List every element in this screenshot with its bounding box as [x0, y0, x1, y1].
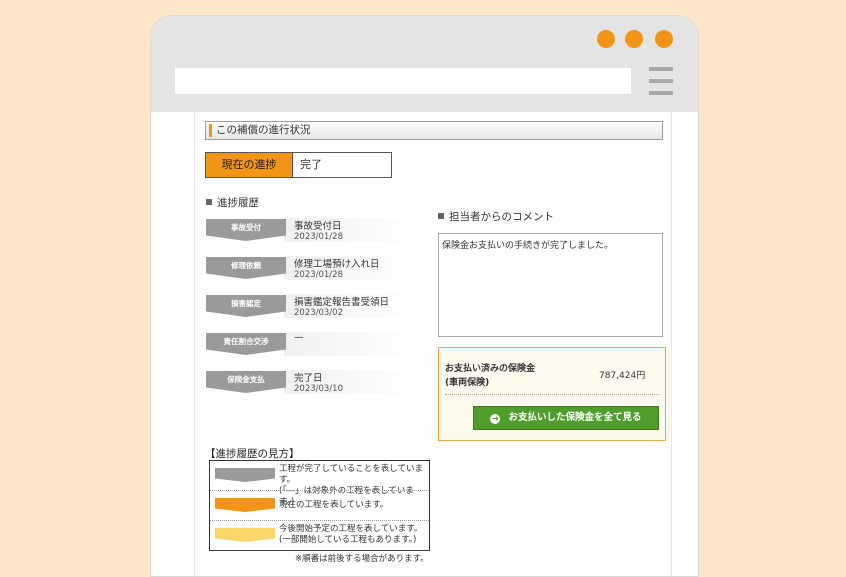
legend-desc: 今後開始予定の工程を表しています。 (一部開始している工程もあります。)	[279, 524, 423, 545]
divider	[445, 394, 659, 395]
comment-box: 保険金お支払いの手続きが完了しました。	[438, 233, 663, 337]
view-all-payments-button[interactable]: ➜ お支払いした保険金を全て見る	[473, 406, 659, 430]
legend-title: 【進捗履歴の見方】	[205, 448, 300, 460]
progress-section-header: この補償の進行状況	[205, 121, 663, 140]
step-date: 2023/03/02	[294, 308, 343, 318]
paid-insurance-box: お支払い済みの保険金 (車両保険) 787,424円 ➜ お支払いした保険金を全て…	[438, 347, 666, 441]
step-date: 2023/01/28	[294, 232, 343, 242]
history-step: 損害認定 損害鑑定報告書受領日 2023/03/02	[206, 292, 418, 324]
browser-titlebar	[151, 16, 698, 112]
hamburger-menu-icon[interactable]	[649, 67, 673, 95]
step-title: —	[294, 332, 304, 343]
history-step: 保険金支払 完了日 2023/03/10	[206, 368, 418, 400]
button-label: お支払いした保険金を全て見る	[508, 412, 642, 423]
orange-arrow-swatch	[215, 498, 275, 512]
legend-box: 工程が完了していることを表しています。 (「—」は対象外の工程を表しています。)…	[209, 460, 430, 551]
status-label: 現在の進捗	[206, 153, 293, 177]
legend-row: 工程が完了していることを表しています。 (「—」は対象外の工程を表しています。)	[210, 461, 429, 507]
history-step: 事故受付 事故受付日 2023/01/28	[206, 216, 418, 248]
browser-window: この補償の進行状況 現在の進捗 完了 進捗履歴 事故受付 事故受付日 2023/…	[150, 15, 699, 577]
square-bullet-icon	[438, 213, 444, 219]
paid-amount: 787,424円	[599, 371, 646, 381]
window-dot-icon[interactable]	[597, 30, 615, 48]
legend-note: ※順番は前後する場合があります。	[295, 554, 429, 564]
square-bullet-icon	[206, 199, 212, 205]
history-step: 責任割合交渉 —	[206, 330, 418, 362]
step-tag: 事故受付	[206, 219, 286, 241]
current-status: 現在の進捗 完了	[205, 152, 392, 178]
step-tag: 修理依頼	[206, 257, 286, 279]
window-dot-icon[interactable]	[655, 30, 673, 48]
gray-arrow-swatch	[215, 468, 275, 482]
history-heading: 進捗履歴	[206, 196, 259, 210]
step-date: 2023/03/10	[294, 384, 343, 394]
section-title: この補償の進行状況	[216, 124, 311, 136]
legend-row: 今後開始予定の工程を表しています。 (一部開始している工程もあります。)	[210, 520, 429, 550]
step-title: 損害鑑定報告書受領日	[294, 297, 390, 308]
step-tag: 責任割合交渉	[206, 333, 286, 355]
step-date: 2023/01/28	[294, 270, 343, 280]
step-title: 修理工場預け入れ日	[294, 259, 380, 270]
arrow-right-icon: ➜	[490, 414, 501, 424]
address-bar[interactable]	[175, 68, 631, 94]
step-title: 事故受付日	[294, 221, 342, 232]
comment-heading: 担当者からのコメント	[438, 210, 554, 224]
accent-bar	[209, 124, 212, 137]
legend-row: 現在の工程を表しています。	[210, 490, 429, 520]
page-content: この補償の進行状況 現在の進捗 完了 進捗履歴 事故受付 事故受付日 2023/…	[194, 112, 672, 576]
legend-desc: 現在の工程を表しています。	[279, 500, 389, 510]
paid-label: お支払い済みの保険金 (車両保険)	[445, 364, 536, 388]
status-value: 完了	[300, 158, 322, 171]
step-tag: 損害認定	[206, 295, 286, 317]
yellow-arrow-swatch	[215, 528, 275, 542]
window-dot-icon[interactable]	[625, 30, 643, 48]
step-tag: 保険金支払	[206, 371, 286, 393]
step-title: 完了日	[294, 373, 323, 384]
history-step: 修理依頼 修理工場預け入れ日 2023/01/28	[206, 254, 418, 286]
